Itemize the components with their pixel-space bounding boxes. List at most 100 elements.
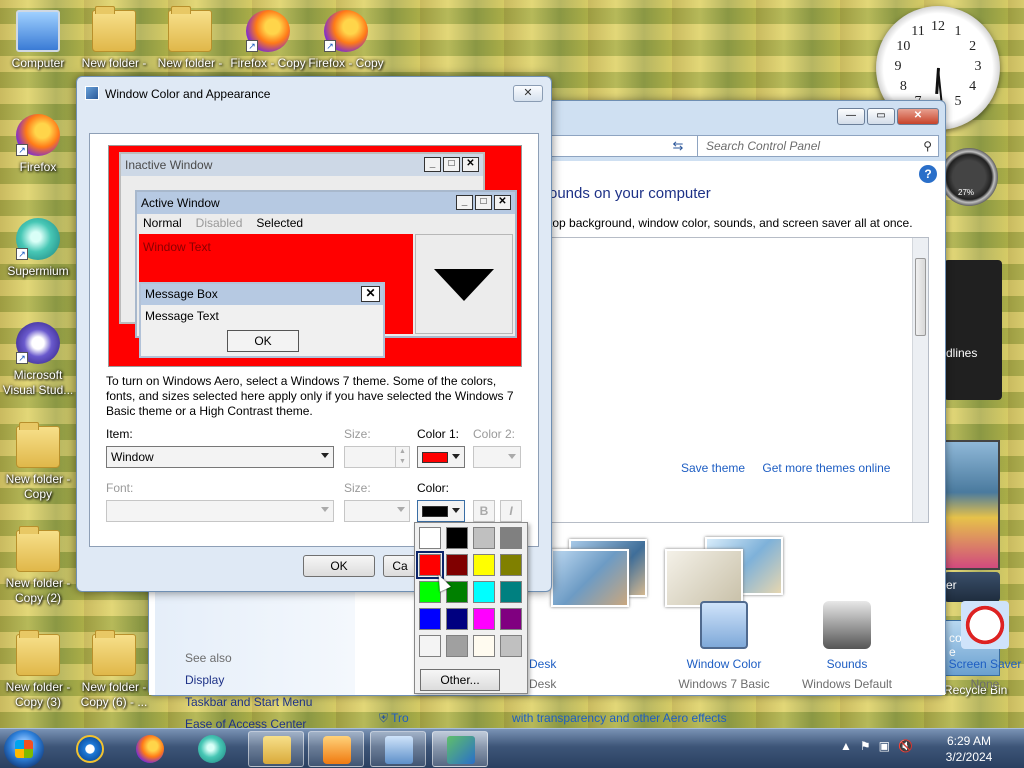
color-swatch[interactable]: [446, 608, 468, 630]
show-hidden-icons-icon[interactable]: ▲: [840, 739, 852, 753]
theme-thumbnail[interactable]: [551, 549, 629, 607]
color2-button[interactable]: [473, 446, 521, 468]
size-spinner[interactable]: ▲ ▼: [344, 446, 410, 468]
desktop-icon-folder[interactable]: New folder -: [76, 6, 152, 71]
cpu-meter-gadget[interactable]: [940, 148, 998, 206]
desktop-icon-folder[interactable]: New folder - Copy (2): [0, 526, 76, 606]
taskbar-supermium[interactable]: [184, 731, 240, 767]
color-swatch[interactable]: [473, 554, 495, 576]
desktop-icon-firefox[interactable]: ↗ Firefox: [0, 114, 76, 175]
color-swatch[interactable]: [500, 527, 522, 549]
desktop-icon-firefox[interactable]: ↗ Firefox - Copy: [230, 10, 306, 71]
menu-selected[interactable]: Selected: [256, 216, 303, 230]
themes-list[interactable]: [547, 237, 929, 523]
color-swatch[interactable]: [419, 608, 441, 630]
taskbar-explorer[interactable]: [248, 731, 304, 767]
chevron-down-icon: [321, 453, 329, 458]
troubleshoot-aero-link[interactable]: ⛨ Tro with transparency and other Aero e…: [379, 711, 727, 726]
action-center-icon[interactable]: ⚑: [860, 739, 871, 753]
themes-scrollbar[interactable]: [912, 238, 928, 522]
dialog-title: Window Color and Appearance: [105, 87, 271, 101]
desktop-icon-folder[interactable]: New folder - Copy (3): [0, 630, 76, 710]
vs-icon: ↗: [16, 322, 60, 364]
feed-headlines-gadget[interactable]: dlines: [944, 260, 1002, 400]
side-windows-button[interactable]: er: [944, 572, 1000, 602]
screen-saver-item[interactable]: Screen Saver None: [915, 601, 1024, 691]
font-color-button[interactable]: [417, 500, 465, 522]
menu-disabled[interactable]: Disabled: [196, 216, 243, 230]
theme-thumbnail[interactable]: [665, 549, 743, 607]
color-swatch[interactable]: [416, 551, 444, 579]
taskbar-media-player[interactable]: [308, 731, 364, 767]
italic-button[interactable]: I: [500, 500, 522, 522]
shortcut-arrow-icon: ↗: [16, 248, 28, 260]
color-swatch[interactable]: [500, 581, 522, 603]
color-swatch[interactable]: [446, 635, 468, 657]
menu-normal[interactable]: Normal: [143, 216, 182, 230]
desktop-icon-folder[interactable]: New folder - Copy (6) - ...: [76, 630, 152, 710]
desktop-icon-folder[interactable]: New folder -: [152, 6, 228, 71]
message-text: Message Text: [145, 309, 219, 323]
item-select[interactable]: Window: [106, 446, 334, 468]
taskbar-firefox[interactable]: [122, 731, 178, 767]
window-color-item[interactable]: Window Color Windows 7 Basic: [669, 601, 779, 691]
volume-muted-icon[interactable]: 🔇: [898, 739, 913, 753]
ok-button[interactable]: OK: [303, 555, 375, 577]
appearance-preview[interactable]: Inactive Window _ □ ✕ Active Window _ □ ✕ No…: [108, 145, 522, 367]
color-swatch[interactable]: [473, 608, 495, 630]
sounds-item[interactable]: Sounds Windows Default: [779, 601, 915, 691]
color-swatch[interactable]: [473, 581, 495, 603]
desktop-background-item[interactable]: Desk Desk: [529, 601, 556, 691]
taskbar-link[interactable]: Taskbar and Start Menu: [185, 695, 312, 709]
taskbar-personalization[interactable]: [432, 731, 488, 767]
window-color-label: Window Color: [686, 657, 762, 671]
cancel-button[interactable]: Ca: [383, 555, 417, 577]
font-size-select[interactable]: [344, 500, 410, 522]
color-swatch[interactable]: [473, 635, 495, 657]
taskbar-clock[interactable]: 6:29 AM 3/2/2024: [926, 733, 1012, 765]
preview-ok-button[interactable]: OK: [227, 330, 299, 352]
get-more-themes-link[interactable]: Get more themes online: [762, 461, 890, 475]
start-button[interactable]: [4, 730, 44, 768]
color-swatch[interactable]: [473, 527, 495, 549]
desktop-icon-supermium[interactable]: ↗ Supermium: [0, 218, 76, 279]
color-swatch[interactable]: [500, 635, 522, 657]
save-theme-link[interactable]: Save theme: [681, 461, 745, 475]
desktop-icon-vs[interactable]: ↗ Microsoft Visual Stud...: [0, 322, 76, 398]
color-swatch[interactable]: [500, 608, 522, 630]
display-link[interactable]: Display: [185, 673, 312, 687]
help-icon[interactable]: ?: [919, 165, 937, 183]
close-button[interactable]: ✕: [897, 108, 939, 125]
search-input[interactable]: Search Control Panel ⚲: [697, 135, 939, 157]
color-swatch[interactable]: [419, 527, 441, 549]
scroll-arrow-icon: [434, 269, 494, 301]
minimize-button[interactable]: —: [837, 108, 865, 125]
color1-button[interactable]: [417, 446, 465, 468]
desktop-icon-label: New folder -: [81, 56, 147, 70]
desktop-icon-computer[interactable]: Computer: [0, 10, 76, 71]
network-icon[interactable]: ▣: [879, 739, 890, 753]
search-icon[interactable]: ⚲: [923, 139, 932, 153]
scrollbar-thumb[interactable]: [915, 258, 926, 336]
refresh-icon[interactable]: ⇆: [667, 135, 689, 157]
font-select[interactable]: [106, 500, 334, 522]
color-swatch[interactable]: [446, 554, 468, 576]
color-swatch[interactable]: [446, 527, 468, 549]
preview-scrollbar[interactable]: [415, 234, 513, 334]
bold-button[interactable]: B: [473, 500, 495, 522]
taskbar-control-panel[interactable]: [370, 731, 426, 767]
color-picker-dropdown: Other...: [414, 522, 528, 694]
taskbar-ie[interactable]: [62, 731, 118, 767]
dialog-close-button[interactable]: ✕: [513, 85, 543, 102]
clock-number: 10: [896, 39, 911, 54]
other-color-button[interactable]: Other...: [420, 669, 500, 691]
theme-links: Save theme Get more themes online: [681, 461, 904, 475]
desktop-icon-firefox[interactable]: ↗ Firefox - Copy: [308, 10, 384, 71]
preview-message-box[interactable]: Message Box ✕ Message Text OK: [139, 282, 385, 358]
maximize-button[interactable]: ▭: [867, 108, 895, 125]
color-swatch[interactable]: [419, 635, 441, 657]
slideshow-gadget[interactable]: [944, 440, 1000, 570]
color-swatch[interactable]: [500, 554, 522, 576]
desktop-icon-folder[interactable]: New folder - Copy: [0, 422, 76, 502]
taskbar: ▲ ⚑ ▣ 🔇 6:29 AM 3/2/2024: [0, 728, 1024, 768]
